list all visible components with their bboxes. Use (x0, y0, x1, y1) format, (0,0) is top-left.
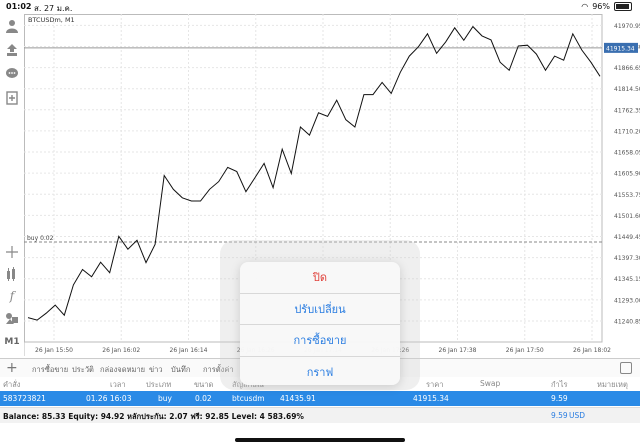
add-icon[interactable]: + (6, 360, 18, 376)
indicators-icon[interactable] (4, 266, 20, 282)
col-comment: หมายเหตุ (597, 380, 628, 389)
order-type: buy (158, 394, 172, 403)
tab-news[interactable]: ข่าว (149, 364, 163, 376)
col-profit: กำไร (551, 380, 568, 389)
battery-fill (616, 4, 630, 9)
y-tick-label: 41658.05 (614, 150, 640, 157)
timeframe-button[interactable]: M1 (4, 334, 20, 350)
y-tick-label: 41553.75 (614, 192, 640, 199)
objects-icon[interactable] (4, 310, 20, 326)
col-time: เวลา (110, 380, 126, 389)
y-tick-label: 41710.20 (614, 128, 640, 135)
order-current-price: 41915.34 (413, 394, 449, 403)
balance-currency: USD (569, 411, 586, 420)
current-price-label: 41915.34 (606, 45, 635, 52)
account-icon[interactable] (4, 18, 20, 34)
status-time: 01:02 (6, 2, 32, 11)
x-tick-label: 26 Jan 15:50 (35, 347, 73, 354)
battery-icon (614, 2, 632, 11)
x-tick-label: 26 Jan 16:14 (170, 347, 208, 354)
close-position-button[interactable]: ปิด (240, 262, 400, 294)
chart-button[interactable]: กราฟ (240, 357, 400, 386)
y-tick-label: 41449.45 (614, 234, 640, 241)
balance-text: Balance: 85.33 Equity: 94.92 หลักประกัน:… (3, 412, 304, 421)
y-tick-label: 41501.60 (614, 213, 640, 220)
order-size: 0.02 (195, 394, 212, 403)
order-symbol: btcusdm (232, 394, 265, 403)
function-icon[interactable]: f (4, 288, 20, 304)
col-price: ราคา (426, 380, 444, 389)
balance-bar: Balance: 85.33 Equity: 94.92 หลักประกัน:… (0, 407, 640, 423)
order-line-label: buy 0.02 (27, 235, 54, 242)
y-tick-label: 41293.00 (614, 297, 640, 304)
x-tick-label: 26 Jan 18:02 (573, 347, 611, 354)
left-toolbar: f M1 (0, 14, 25, 356)
y-tick-label: 41345.15 (614, 276, 640, 283)
y-tick-label: 41814.50 (614, 86, 640, 93)
col-type: ประเภท (146, 380, 172, 389)
collapse-panel-icon[interactable] (620, 362, 632, 374)
order-id: 583723821 (3, 394, 46, 403)
home-indicator (235, 438, 405, 442)
y-tick-label: 41866.65 (614, 65, 640, 72)
y-tick-label: 41605.90 (614, 171, 640, 178)
y-tick-label: 41970.95 (614, 23, 640, 30)
trade-arrows-icon[interactable] (4, 42, 20, 58)
tab-history[interactable]: ประวัติ (72, 364, 94, 376)
status-bar: 01:02 ส. 27 ม.ค. ◠ 96% (0, 0, 640, 14)
x-tick-label: 26 Jan 16:02 (102, 347, 140, 354)
crosshair-icon[interactable] (4, 244, 20, 260)
battery-percent: 96% (592, 2, 610, 11)
balance-profit: 9.59 (551, 411, 568, 420)
new-order-icon[interactable] (4, 90, 20, 106)
col-order: คำสั่ง (3, 380, 21, 389)
wifi-icon: ◠ (581, 2, 589, 11)
order-profit: 9.59 (551, 394, 568, 403)
context-menu: ปิด ปรับเปลี่ยน การซื้อขาย กราฟ (240, 262, 400, 385)
trade-button[interactable]: การซื้อขาย (240, 325, 400, 357)
chat-icon[interactable] (4, 66, 20, 82)
order-time: 01.26 16:03 (86, 394, 132, 403)
chart-title: BTCUSDm, M1 (28, 16, 75, 24)
y-tick-label: 41397.30 (614, 255, 640, 262)
tab-mailbox[interactable]: กล่องจดหมาย (100, 364, 145, 376)
col-size: ขนาด (194, 380, 214, 389)
x-tick-label: 26 Jan 17:50 (506, 347, 544, 354)
tab-trade[interactable]: การซื้อขาย (32, 364, 68, 376)
tab-journal[interactable]: บันทึก (171, 364, 190, 376)
order-open-price: 41435.91 (280, 394, 316, 403)
y-tick-label: 41762.35 (614, 107, 640, 114)
x-tick-label: 26 Jan 17:38 (439, 347, 477, 354)
y-tick-label: 41240.85 (614, 318, 640, 325)
col-swap: Swap (480, 379, 501, 388)
status-right: ◠ 96% (581, 2, 632, 11)
table-row[interactable]: 583723821 01.26 16:03 buy 0.02 btcusdm 4… (0, 391, 640, 406)
modify-position-button[interactable]: ปรับเปลี่ยน (240, 294, 400, 325)
